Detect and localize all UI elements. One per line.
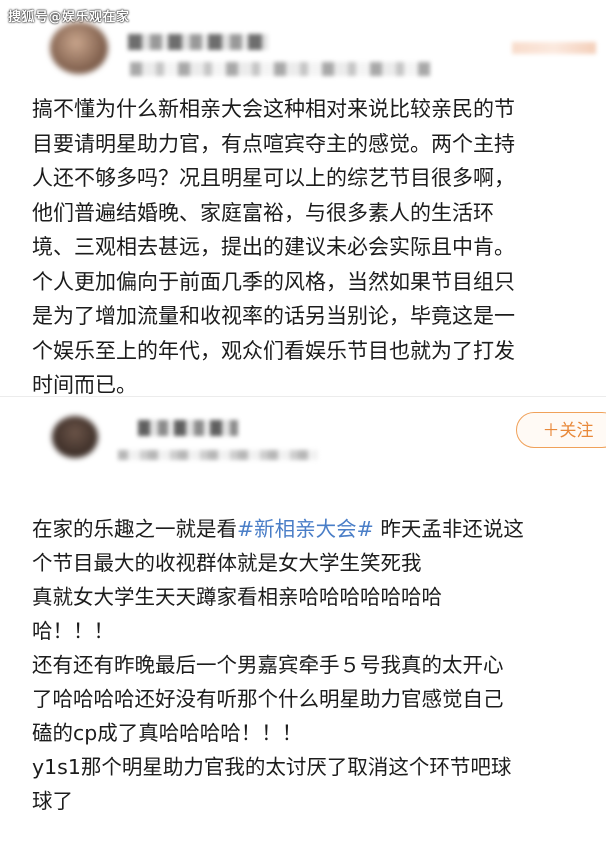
post1-avatar[interactable]: [50, 22, 108, 74]
post-divider: [0, 396, 606, 397]
post1-username-blur[interactable]: [128, 34, 268, 50]
post1-body: 搞不懂为什么新相亲大会这种相对来说比较亲民的节 目要请明星助力官，有点喧宾夺主的…: [32, 97, 515, 397]
post2-line1-prefix: 在家的乐趣之一就是看: [32, 517, 237, 541]
post2-avatar[interactable]: [52, 416, 98, 458]
post2-username-blur[interactable]: [138, 420, 238, 436]
post2-body: 在家的乐趣之一就是看#新相亲大会# 昨天孟非还说这 个节目最大的收视群体就是女大…: [32, 478, 592, 852]
follow-button[interactable]: ＋关注: [516, 412, 606, 448]
post1-follow-blur[interactable]: [512, 42, 596, 54]
hashtag-link[interactable]: #新相亲大会#: [237, 517, 374, 541]
post1-meta-blur: [130, 62, 430, 76]
post2-rest: 个节目最大的收视群体就是女大学生笑死我 真就女大学生天天蹲家看相亲哈哈哈哈哈哈哈…: [32, 551, 512, 813]
post2-line1-suffix: 昨天孟非还说这: [373, 517, 524, 541]
watermark-text: 搜狐号@娱乐观在家: [8, 10, 130, 25]
post2-meta-blur: [118, 450, 318, 460]
